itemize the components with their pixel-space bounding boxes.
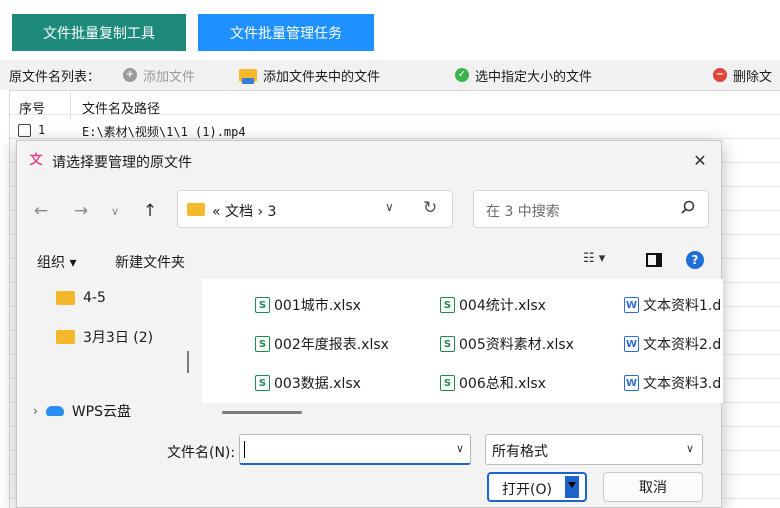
open-button[interactable]: 打开(O)	[487, 472, 587, 502]
file-name: 文本资料2.d	[643, 337, 722, 353]
close-icon[interactable]: ✕	[685, 147, 715, 173]
recent-locations-chevron-icon[interactable]: ∨	[103, 199, 127, 223]
add-folder-files-label: 添加文件夹中的文件	[263, 69, 381, 85]
expand-chevron-icon[interactable]: ›	[33, 404, 38, 418]
folder-icon	[56, 291, 75, 305]
row-file-path[interactable]: E:\素材\视频\1\1 (1).mp4	[82, 123, 246, 140]
back-arrow-icon[interactable]: ←	[29, 199, 53, 223]
file-item[interactable]: W 文本资料1.d	[624, 295, 721, 315]
filename-input[interactable]: ∨	[239, 434, 471, 465]
navigation-pane: 4-5 3月3日 (2) › WPS云盘	[17, 279, 179, 425]
column-divider	[70, 91, 71, 119]
up-arrow-icon[interactable]: ↑	[138, 199, 162, 223]
search-icon	[681, 200, 695, 214]
forward-arrow-icon[interactable]: →	[69, 199, 93, 223]
nav-item-label: WPS云盘	[71, 404, 131, 420]
open-dropdown-arrow-icon[interactable]	[568, 482, 576, 488]
select-by-size-button[interactable]: ✓ 选中指定大小的文件	[455, 66, 592, 85]
dialog-title-bar: 文 请选择要管理的原文件 ✕	[17, 141, 721, 179]
text-caret	[244, 441, 245, 458]
file-item[interactable]: S 006总和.xlsx	[440, 373, 546, 393]
folder-icon	[56, 330, 75, 344]
delete-files-button[interactable]: − 删除文	[713, 66, 772, 85]
search-placeholder[interactable]: 在 3 中搜索	[486, 201, 560, 221]
row-checkbox[interactable]	[18, 124, 31, 137]
add-file-button[interactable]: + 添加文件	[123, 66, 195, 85]
chevron-down-icon[interactable]: ∨	[385, 200, 394, 214]
column-header-path[interactable]: 文件名及路径	[82, 98, 160, 117]
address-bar[interactable]: « 文档 › 3 ∨	[177, 190, 453, 228]
command-bar: 组织 ▾ 新建文件夹 ☷ ▾ ?	[17, 242, 721, 278]
folder-icon	[187, 203, 205, 216]
cloud-icon	[45, 406, 64, 416]
spreadsheet-icon: S	[440, 375, 455, 391]
app-icon: 文	[29, 153, 43, 168]
file-name: 001城市.xlsx	[274, 298, 361, 314]
folder-upload-icon	[239, 68, 257, 84]
tab-file-batch-manage[interactable]: 文件批量管理任务	[198, 14, 374, 51]
word-document-icon: W	[624, 297, 639, 313]
spreadsheet-icon: S	[440, 336, 455, 352]
cancel-button[interactable]: 取消	[603, 472, 703, 502]
file-type-select[interactable]: 所有格式 ∨	[485, 434, 703, 465]
nav-pane-scrollbar[interactable]	[187, 351, 189, 373]
spreadsheet-icon: S	[255, 336, 270, 352]
nav-item-march-3[interactable]: 3月3日 (2)	[56, 327, 153, 347]
row-number: 1	[38, 123, 46, 137]
file-list-view: S 001城市.xlsx S 002年度报表.xlsx S 003数据.xlsx…	[202, 279, 723, 403]
file-item[interactable]: S 002年度报表.xlsx	[255, 334, 389, 354]
dialog-title: 请选择要管理的原文件	[52, 155, 192, 171]
view-options-icon[interactable]: ☷ ▾	[583, 251, 605, 266]
file-name: 004统计.xlsx	[459, 298, 546, 314]
file-name: 文本资料1.d	[643, 298, 722, 314]
add-icon: +	[123, 68, 137, 82]
new-folder-button[interactable]: 新建文件夹	[115, 252, 185, 272]
file-item[interactable]: W 文本资料3.d	[624, 373, 721, 393]
nav-item-label: 4-5	[83, 290, 106, 306]
file-name: 006总和.xlsx	[459, 376, 546, 392]
file-item[interactable]: S 001城市.xlsx	[255, 295, 361, 315]
column-header-no[interactable]: 序号	[19, 98, 45, 117]
select-by-size-label: 选中指定大小的文件	[475, 69, 593, 85]
file-name: 003数据.xlsx	[274, 376, 361, 392]
nav-item-label: 3月3日 (2)	[83, 330, 154, 346]
file-item[interactable]: S 004统计.xlsx	[440, 295, 546, 315]
file-item[interactable]: W 文本资料2.d	[624, 334, 721, 354]
tab-file-batch-copy[interactable]: 文件批量复制工具	[12, 14, 186, 51]
word-document-icon: W	[624, 336, 639, 352]
help-icon[interactable]: ?	[686, 251, 704, 269]
file-name: 005资料素材.xlsx	[459, 337, 574, 353]
file-name: 002年度报表.xlsx	[274, 337, 389, 353]
minus-circle-icon: −	[713, 68, 727, 82]
spreadsheet-icon: S	[440, 297, 455, 313]
file-list-label: 原文件名列表：	[9, 69, 101, 85]
file-list-toolbar: 原文件名列表： + 添加文件 添加文件夹中的文件 ✓ 选中指定大小的文件 − 删…	[0, 60, 780, 90]
refresh-icon[interactable]: ↻	[423, 198, 437, 218]
chevron-down-icon[interactable]: ∨	[456, 442, 464, 455]
breadcrumb[interactable]: « 文档 › 3	[212, 201, 276, 221]
nav-item-4-5[interactable]: 4-5	[56, 290, 106, 306]
organize-button[interactable]: 组织 ▾	[37, 252, 76, 272]
add-folder-files-button[interactable]: 添加文件夹中的文件	[239, 66, 380, 85]
check-circle-icon: ✓	[455, 68, 469, 82]
search-box[interactable]: 在 3 中搜索	[473, 190, 709, 228]
file-name: 文本资料3.d	[643, 376, 722, 392]
file-item[interactable]: S 003数据.xlsx	[255, 373, 361, 393]
chevron-down-icon: ∨	[685, 442, 694, 455]
filename-label: 文件名(N):	[167, 445, 236, 461]
nav-item-wps-cloud[interactable]: › WPS云盘	[33, 401, 131, 421]
delete-files-label: 删除文	[733, 69, 773, 85]
word-document-icon: W	[624, 375, 639, 391]
spreadsheet-icon: S	[255, 375, 270, 391]
file-list-scrollbar[interactable]	[222, 411, 302, 414]
open-file-dialog: 文 请选择要管理的原文件 ✕ ← → ∨ ↑ « 文档 › 3 ∨ ↻ 在 3 …	[16, 140, 723, 508]
open-button-label: 打开(O)	[502, 482, 552, 498]
add-file-label: 添加文件	[143, 69, 196, 85]
preview-pane-icon[interactable]	[646, 253, 662, 267]
file-type-value: 所有格式	[492, 444, 548, 460]
spreadsheet-icon: S	[255, 297, 270, 313]
file-item[interactable]: S 005资料素材.xlsx	[440, 334, 574, 354]
